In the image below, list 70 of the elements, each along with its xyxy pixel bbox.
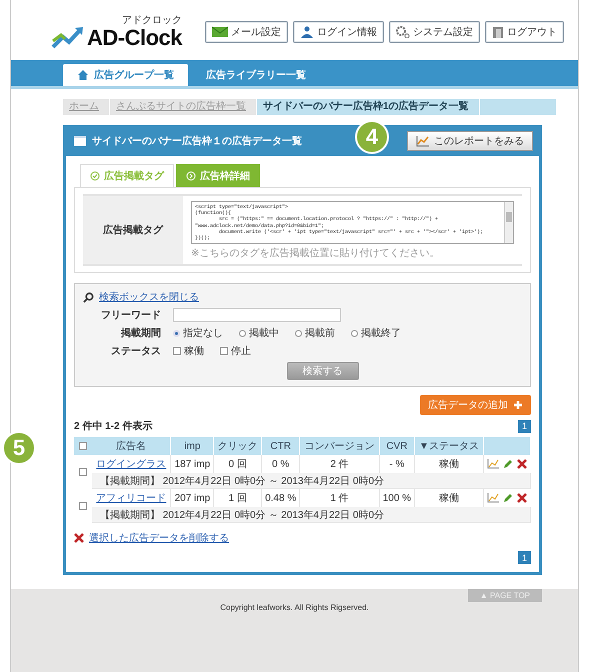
row-checkbox[interactable] bbox=[79, 502, 87, 510]
window-icon bbox=[74, 136, 86, 146]
option-label: 指定なし bbox=[183, 326, 223, 340]
checkbox[interactable] bbox=[220, 347, 228, 356]
search-icon bbox=[83, 292, 94, 303]
column-header[interactable]: コンバージョン bbox=[300, 437, 380, 456]
option-label: 稼働 bbox=[184, 344, 204, 358]
option-label: 停止 bbox=[231, 344, 251, 358]
ad-name-link[interactable]: ログイングラス bbox=[96, 459, 166, 470]
annotation-badge: 4 bbox=[355, 120, 389, 154]
chart-icon[interactable] bbox=[487, 493, 500, 504]
option-label: 掲載中 bbox=[249, 326, 279, 340]
people-icon bbox=[300, 26, 314, 38]
header-button[interactable]: ログイン情報 bbox=[293, 21, 384, 43]
delete-selected-link[interactable]: 選択した広告データを削除する bbox=[89, 531, 229, 546]
line-chart-icon bbox=[416, 135, 430, 147]
column-header[interactable]: imp bbox=[170, 437, 214, 456]
radio-button[interactable] bbox=[239, 330, 246, 337]
page-button[interactable]: 1 bbox=[518, 420, 531, 433]
field-label: 掲載期間 bbox=[120, 326, 161, 340]
delete-icon[interactable] bbox=[517, 459, 528, 470]
column-header[interactable]: CVR bbox=[379, 437, 415, 456]
home-icon bbox=[77, 69, 89, 81]
envelope-icon bbox=[212, 26, 228, 38]
plus-icon bbox=[513, 400, 523, 410]
column-header[interactable]: ▼ステータス bbox=[414, 437, 484, 456]
period-text: 【掲載期間】 2012年4月22日 0時0分 ～ 2013年4月22日 0時0分 bbox=[92, 507, 530, 523]
column-header[interactable]: クリック bbox=[214, 437, 262, 456]
select-all-checkbox[interactable] bbox=[79, 442, 87, 450]
freeword-field[interactable] bbox=[173, 308, 341, 322]
period-text: 【掲載期間】 2012年4月22日 0時0分 ～ 2013年4月22日 0時0分 bbox=[92, 473, 530, 489]
column-header[interactable]: 広告名 bbox=[92, 437, 171, 456]
gear-icon bbox=[396, 26, 410, 38]
toggle-link[interactable]: 検索ボックスを閉じる bbox=[99, 290, 199, 304]
column-header[interactable]: CTR bbox=[262, 437, 300, 456]
panel-title: サイドバーのバナー広告枠１の広告データ一覧 bbox=[92, 134, 302, 148]
nav-tab[interactable]: 広告ライブラリー一覧 bbox=[192, 64, 320, 86]
pencil-icon[interactable] bbox=[503, 493, 514, 504]
option-label: 掲載終了 bbox=[361, 326, 401, 340]
delete-icon[interactable] bbox=[517, 493, 528, 504]
logo-icon bbox=[51, 24, 85, 48]
field-label: フリーワード bbox=[100, 309, 161, 322]
radio-button[interactable] bbox=[351, 330, 358, 337]
row-label: 広告掲載タグ bbox=[83, 196, 183, 264]
scrollbar[interactable] bbox=[504, 202, 513, 244]
logo-ruby: アドクロック bbox=[122, 16, 182, 26]
arrow-circle-icon bbox=[186, 171, 196, 181]
pencil-icon[interactable] bbox=[503, 459, 514, 470]
checkbox[interactable] bbox=[173, 347, 181, 356]
nav-tab[interactable]: 広告グループ一覧 bbox=[63, 64, 188, 86]
row-checkbox[interactable] bbox=[79, 468, 87, 476]
report-button[interactable]: このレポートをみる bbox=[407, 131, 533, 151]
door-icon bbox=[492, 26, 504, 38]
page-button[interactable]: 1 bbox=[518, 551, 531, 564]
result-count: 2 件中 1-2 件表示 bbox=[74, 420, 152, 434]
delete-icon bbox=[74, 533, 84, 544]
header-button[interactable]: システム設定 bbox=[389, 21, 480, 43]
check-circle-icon bbox=[90, 171, 100, 181]
chart-icon[interactable] bbox=[487, 459, 500, 470]
hint-text: ※こちらのタグを広告掲載位置に貼り付けてください。 bbox=[191, 246, 440, 260]
breadcrumb-item: サイドバーのバナー広告枠1の広告データ一覧 bbox=[257, 99, 480, 115]
field-label: ステータス bbox=[110, 345, 161, 358]
radio-button[interactable] bbox=[295, 330, 302, 337]
copyright-text: Copyright leafworks. All Rights Rigserved. bbox=[220, 603, 369, 614]
option-label: 掲載前 bbox=[305, 326, 335, 340]
header-button[interactable]: メール設定 bbox=[205, 21, 288, 43]
annotation-badge: 5 bbox=[2, 431, 36, 466]
header-button[interactable]: ログアウト bbox=[485, 21, 564, 43]
ad-name-link[interactable]: アフィリコード bbox=[96, 493, 166, 504]
logo-title: AD-Clock bbox=[87, 26, 182, 48]
